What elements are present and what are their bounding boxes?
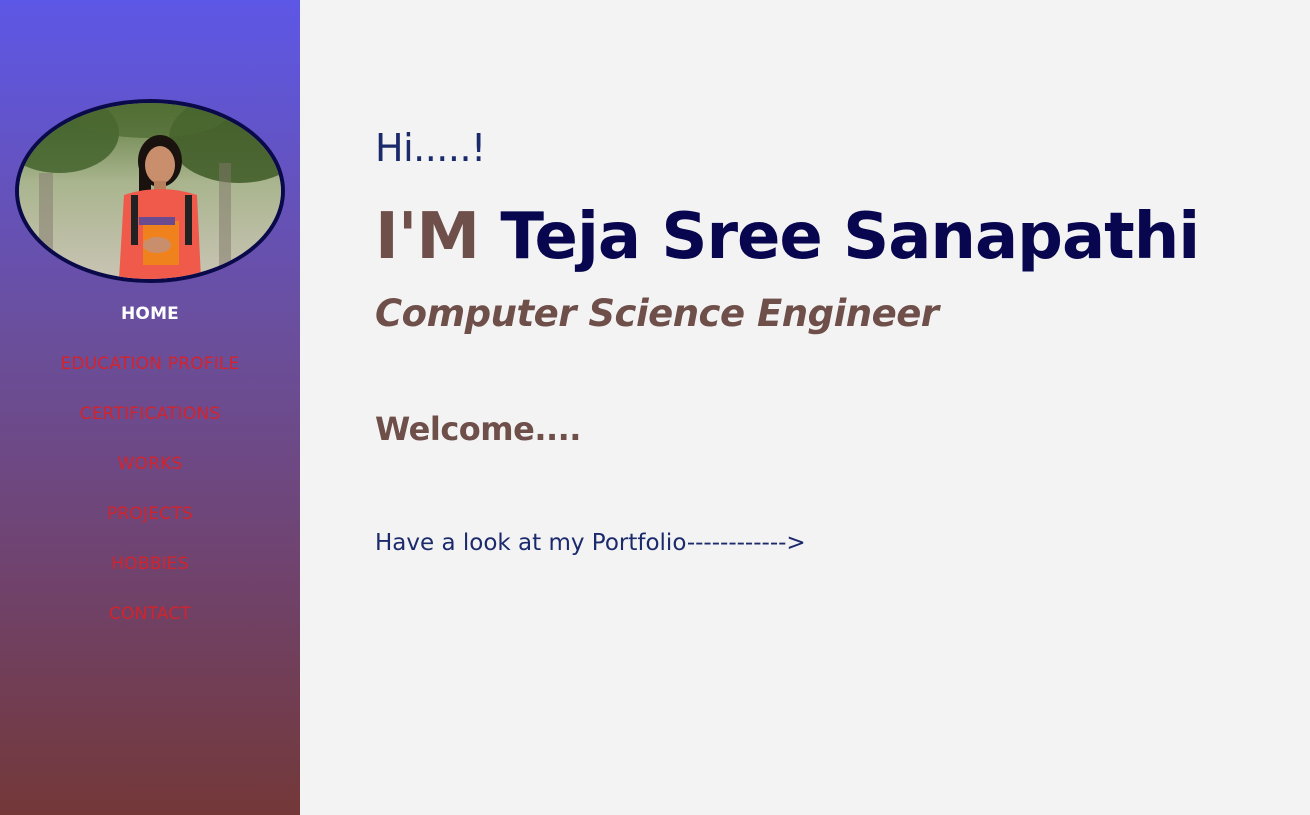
nav-item-projects[interactable]: PROJECTS — [0, 500, 300, 550]
nav-item-home[interactable]: HOME — [0, 300, 300, 350]
nav-item-certifications[interactable]: CERTIFICATIONS — [0, 400, 300, 450]
nav-item-contact[interactable]: CONTACT — [0, 600, 300, 650]
nav-item-works[interactable]: WORKS — [0, 450, 300, 500]
main-content: Hi.....! I'M Teja Sree Sanapathi Compute… — [300, 0, 1310, 815]
welcome-heading: Welcome.... — [375, 410, 581, 448]
page-title: I'M Teja Sree Sanapathi — [375, 200, 1200, 274]
sidebar: HOME EDUCATION PROFILE CERTIFICATIONS WO… — [0, 0, 300, 815]
sidebar-nav: HOME EDUCATION PROFILE CERTIFICATIONS WO… — [0, 300, 300, 650]
role-subtitle: Computer Science Engineer — [375, 292, 939, 335]
page: HOME EDUCATION PROFILE CERTIFICATIONS WO… — [0, 0, 1310, 815]
portfolio-link[interactable]: Have a look at my Portfolio------------> — [375, 530, 806, 556]
person-name: Teja Sree Sanapathi — [500, 200, 1200, 274]
avatar — [15, 99, 285, 283]
nav-item-hobbies[interactable]: HOBBIES — [0, 550, 300, 600]
nav-item-education-profile[interactable]: EDUCATION PROFILE — [0, 350, 300, 400]
greeting: Hi.....! — [375, 126, 486, 170]
name-prefix: I'M — [375, 200, 480, 274]
avatar-photo — [19, 103, 281, 279]
